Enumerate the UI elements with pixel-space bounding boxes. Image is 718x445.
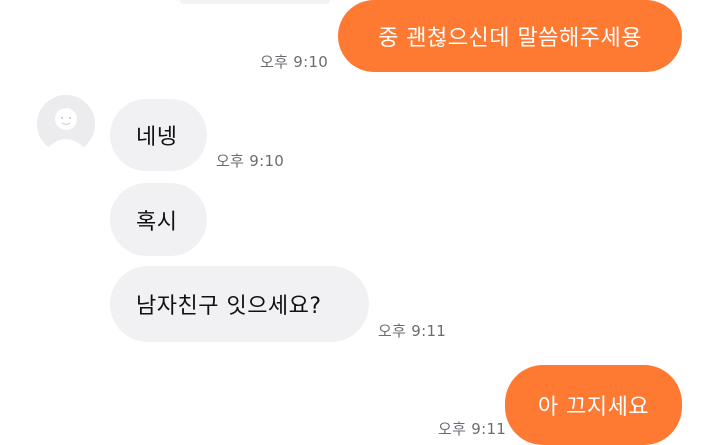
sent-message-bubble[interactable]: 아 끄지세요 <box>505 365 682 445</box>
avatar[interactable] <box>37 95 95 153</box>
message-text: 남자친구 잇으세요? <box>136 294 322 319</box>
received-message-bubble[interactable]: 네넹 <box>110 99 207 171</box>
sent-message-bubble[interactable]: 중 괜첞으신데 말씀해주세용 <box>338 0 682 72</box>
default-profile-icon <box>37 95 95 153</box>
message-timestamp: 오후 9:11 <box>378 322 447 340</box>
previous-message-edge <box>180 0 330 4</box>
message-timestamp: 오후 9:11 <box>438 420 507 438</box>
message-text: 네넹 <box>136 125 178 150</box>
received-message-bubble[interactable]: 남자친구 잇으세요? <box>110 266 369 342</box>
received-message-bubble[interactable]: 혹시 <box>110 183 207 256</box>
message-text: 아 끄지세요 <box>537 395 650 420</box>
message-text: 중 괜첞으신데 말씀해주세용 <box>378 26 642 51</box>
message-text: 혹시 <box>136 209 178 235</box>
message-timestamp: 오후 9:10 <box>216 152 285 170</box>
chat-thread: 중 괜첞으신데 말씀해주세용 오후 9:10 네넹 오후 9:10 혹시 남자친… <box>0 0 718 445</box>
message-timestamp: 오후 9:10 <box>260 53 329 71</box>
